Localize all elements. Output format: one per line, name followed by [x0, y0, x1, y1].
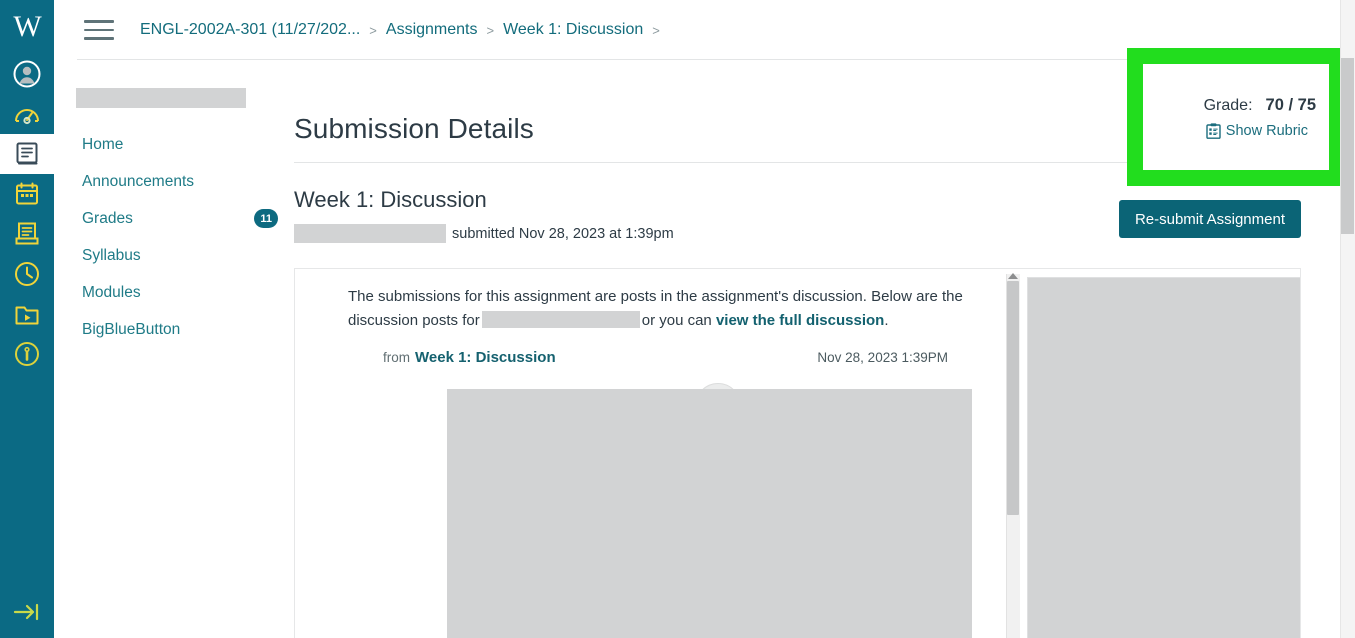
post-topic-link[interactable]: Week 1: Discussion: [415, 349, 556, 366]
chevron-right-icon: >: [369, 22, 377, 38]
view-full-discussion-link[interactable]: view the full discussion: [716, 312, 884, 329]
student-name-redacted: [294, 224, 446, 243]
intro-period: .: [884, 312, 889, 329]
scroll-up-arrow-icon[interactable]: [1008, 273, 1018, 279]
course-nav-label: Home: [82, 135, 124, 153]
post-timestamp: Nov 28, 2023 1:39PM: [817, 350, 948, 365]
breadcrumb-item-assignments[interactable]: Assignments: [386, 21, 478, 39]
book-icon: [14, 141, 40, 167]
course-nav-item-bigbluebutton[interactable]: BigBlueButton: [82, 311, 292, 348]
course-nav-label: Syllabus: [82, 246, 141, 264]
course-nav-item-syllabus[interactable]: Syllabus: [82, 237, 292, 274]
chevron-right-icon: >: [486, 22, 495, 38]
discussion-name-redacted: [481, 311, 640, 328]
rubric-clipboard-icon: [1206, 122, 1226, 139]
course-nav-label: Announcements: [82, 172, 195, 190]
global-nav-item-studio[interactable]: [0, 294, 54, 334]
global-nav-minimize[interactable]: [0, 590, 54, 638]
global-nav-item-history[interactable]: [0, 254, 54, 294]
page-title: Submission Details: [294, 113, 534, 144]
global-navigation: W: [0, 0, 54, 638]
course-nav-label: Grades: [82, 209, 133, 227]
clock-icon: [14, 261, 40, 287]
course-nav-label: Modules: [82, 283, 141, 301]
submission-intro-text: The submissions for this assignment are …: [348, 285, 968, 333]
user-circle-icon: [13, 60, 41, 88]
grades-badge-count: 11: [254, 209, 278, 228]
show-rubric-label: Show Rubric: [1225, 122, 1308, 139]
post-body-redacted: [447, 389, 972, 638]
hamburger-line: [84, 20, 114, 23]
resubmit-assignment-button[interactable]: Re-submit Assignment: [1118, 200, 1301, 238]
course-navigation: Home Announcements Grades 11 Syllabus Mo…: [54, 60, 294, 638]
page-scroll-thumb[interactable]: [1341, 58, 1354, 234]
course-nav-item-announcements[interactable]: Announcements: [82, 163, 292, 200]
grade-box: Grade: 70 / 75 Show Rubric: [1143, 64, 1329, 170]
post-from-label: from: [383, 350, 410, 365]
global-nav-item-dashboard[interactable]: [0, 94, 54, 134]
course-nav-item-modules[interactable]: Modules: [82, 274, 292, 311]
arrow-to-line-icon: [12, 600, 42, 629]
hamburger-line: [84, 37, 114, 40]
grade-box-highlight: Grade: 70 / 75 Show Rubric: [1127, 48, 1345, 186]
submitted-timestamp: submitted Nov 28, 2023 at 1:39pm: [452, 225, 674, 242]
inbox-icon: [14, 221, 40, 247]
global-nav-item-calendar[interactable]: [0, 174, 54, 214]
course-nav-list: Home Announcements Grades 11 Syllabus Mo…: [82, 126, 292, 348]
course-nav-item-grades[interactable]: Grades 11: [82, 200, 292, 237]
show-rubric-button[interactable]: Show Rubric: [1206, 123, 1308, 139]
submitted-row: submitted Nov 28, 2023 at 1:39pm: [294, 224, 674, 243]
hamburger-line: [84, 28, 114, 32]
grade-line: Grade: 70 / 75: [1204, 96, 1316, 115]
canvas-app: W ENGL-2002A-301 (11/27/202... > Assignm…: [0, 0, 1355, 638]
discussion-post-header: from Week 1: Discussion Nov 28, 2023 1:3…: [383, 349, 948, 366]
global-nav-item-help[interactable]: [0, 334, 54, 374]
grade-label: Grade:: [1203, 96, 1253, 114]
chevron-right-icon: >: [652, 22, 660, 38]
submission-scroll-thumb[interactable]: [1007, 281, 1019, 515]
intro-sentence-part2: or you can: [641, 312, 712, 329]
folder-play-icon: [14, 301, 40, 327]
calendar-icon: [14, 181, 40, 207]
course-name-redacted: [76, 88, 246, 108]
breadcrumb-item-week1[interactable]: Week 1: Discussion: [503, 21, 643, 39]
global-nav-item-courses[interactable]: [0, 134, 54, 174]
breadcrumb-item-course[interactable]: ENGL-2002A-301 (11/27/202...: [140, 21, 360, 39]
assignment-title: Week 1: Discussion: [294, 187, 487, 212]
attachment-preview-redacted: [1027, 277, 1300, 638]
breadcrumb: ENGL-2002A-301 (11/27/202... > Assignmen…: [140, 21, 669, 39]
info-circle-icon: [14, 341, 40, 367]
page-scrollbar[interactable]: [1340, 0, 1355, 638]
gauge-icon: [13, 101, 41, 127]
course-nav-label: BigBlueButton: [82, 320, 181, 338]
submission-panel-inner: The submissions for this assignment are …: [295, 269, 1300, 638]
brand-logo[interactable]: W: [0, 0, 54, 54]
grade-value: 70 / 75: [1265, 95, 1316, 114]
submission-preview-panel: The submissions for this assignment are …: [294, 268, 1301, 638]
hamburger-icon[interactable]: [84, 17, 118, 43]
course-nav-item-home[interactable]: Home: [82, 126, 292, 163]
global-nav-item-inbox[interactable]: [0, 214, 54, 254]
global-nav-item-account[interactable]: [0, 54, 54, 94]
